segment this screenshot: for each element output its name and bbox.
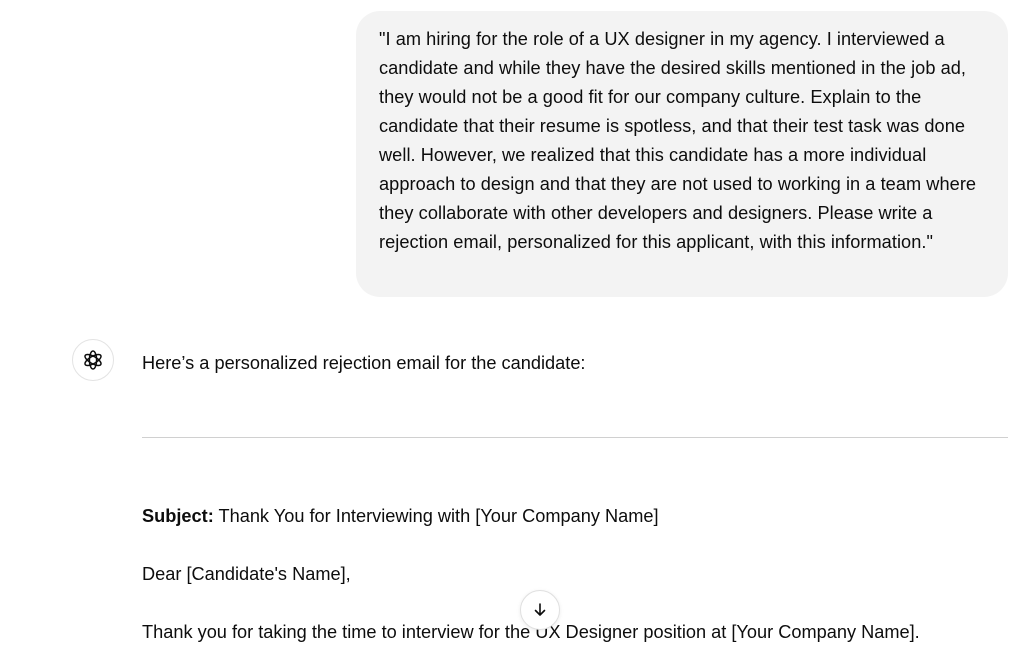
user-message-text: "I am hiring for the role of a UX design… bbox=[379, 29, 977, 252]
email-greeting: Dear [Candidate's Name], bbox=[142, 564, 351, 584]
scroll-to-bottom-button[interactable] bbox=[520, 590, 560, 630]
email-subject-text: Thank You for Interviewing with [Your Co… bbox=[213, 506, 659, 526]
section-divider bbox=[142, 437, 1008, 438]
user-message-bubble: "I am hiring for the role of a UX design… bbox=[356, 11, 1008, 297]
email-subject-line: Subject: Thank You for Interviewing with… bbox=[142, 503, 659, 529]
email-subject-label: Subject: bbox=[142, 506, 214, 526]
assistant-intro-text: Here’s a personalized rejection email fo… bbox=[142, 353, 586, 373]
assistant-avatar bbox=[72, 339, 114, 381]
chatgpt-logo-icon bbox=[84, 350, 102, 370]
arrow-down-icon bbox=[534, 603, 546, 616]
